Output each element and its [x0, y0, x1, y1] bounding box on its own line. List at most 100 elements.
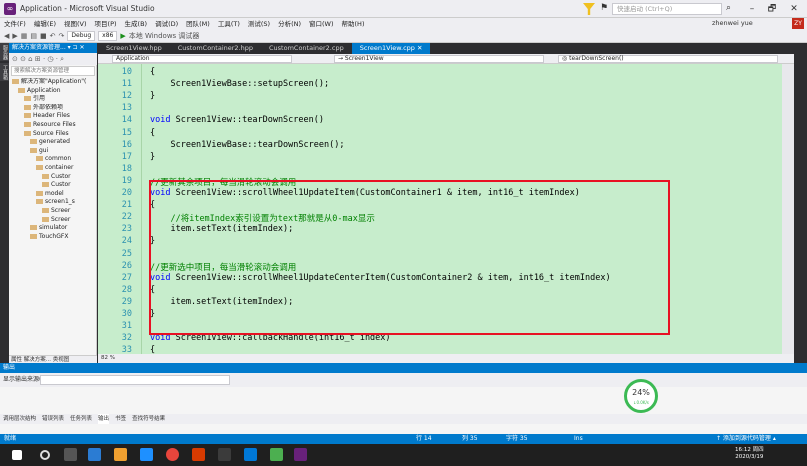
app-icon[interactable]	[192, 448, 205, 461]
tree-item[interactable]: screen1_s	[9, 198, 97, 207]
quick-launch-input[interactable]: 快速启动 (Ctrl+Q)	[612, 3, 722, 15]
status-ready: 就绪	[4, 435, 17, 442]
maximize-button[interactable]: 🗗	[764, 2, 780, 16]
tree-item[interactable]: common	[9, 155, 97, 164]
menu-view[interactable]: 视图(V)	[60, 18, 91, 30]
configuration-select[interactable]: Debug	[67, 31, 96, 41]
clock[interactable]: 16:12 周四 2020/3/19	[735, 447, 764, 461]
tab-output[interactable]: 输出	[98, 414, 110, 424]
folder-icon[interactable]	[114, 448, 127, 461]
menu-analyze[interactable]: 分析(N)	[274, 18, 305, 30]
tab-customcontainer2-cpp[interactable]: CustomContainer2.cpp	[261, 43, 352, 54]
tree-item[interactable]: model	[9, 190, 97, 199]
tree-item[interactable]: 外部依赖项	[9, 104, 97, 113]
tab-screen1view-cpp[interactable]: Screen1View.cpp ✕	[351, 43, 431, 54]
menu-debug[interactable]: 调试(D)	[151, 18, 182, 30]
solution-search-input[interactable]: 搜索解决方案资源管理	[11, 66, 95, 76]
add-to-source-control-button[interactable]: ↑ 添加到源代码管理 ▴	[716, 434, 776, 444]
menu-build[interactable]: 生成(B)	[121, 18, 152, 30]
tab-error-list[interactable]: 错误列表	[42, 414, 64, 424]
user-name[interactable]: zhenwei yue	[712, 19, 753, 27]
new-project-icon[interactable]: ▦	[21, 30, 28, 42]
tree-item[interactable]: simulator	[9, 224, 97, 233]
line-number: 14	[121, 115, 132, 126]
menu-window[interactable]: 窗口(W)	[305, 18, 338, 30]
save-icon[interactable]: ■	[40, 30, 47, 42]
redo-icon[interactable]: ↷	[59, 30, 65, 42]
notification-icon[interactable]: ⚑	[600, 3, 608, 13]
class-dropdown[interactable]: → Screen1View	[334, 55, 544, 63]
tree-item[interactable]: container	[9, 164, 97, 173]
forward-icon[interactable]: ▶	[12, 30, 17, 42]
tree-item[interactable]: TouchGFX	[9, 233, 97, 242]
solution-explorer-title[interactable]: 解决方案资源管理... ▾ ⊐ ✕	[9, 43, 97, 53]
tree-item[interactable]: gui	[9, 147, 97, 156]
tree-item[interactable]: Custor	[9, 181, 97, 190]
tab-task-list[interactable]: 任务列表	[70, 414, 92, 424]
windows-start-icon[interactable]	[12, 450, 22, 460]
code-line[interactable]: void Screen1View::tearDownScreen()	[150, 115, 324, 125]
menu-team[interactable]: 团队(M)	[182, 18, 214, 30]
app-icon[interactable]	[88, 448, 101, 461]
search-icon[interactable]	[40, 450, 50, 460]
close-button[interactable]: ✕	[786, 2, 802, 16]
tree-item[interactable]: Resource Files	[9, 121, 97, 130]
start-debug-button[interactable]: 本地 Windows 调试器	[129, 30, 200, 42]
server-explorer-tab[interactable]: 服务器	[0, 43, 9, 61]
code-line[interactable]: {	[150, 128, 155, 138]
platform-select[interactable]: x86	[98, 31, 118, 41]
menu-edit[interactable]: 编辑(E)	[30, 18, 60, 30]
app-icon[interactable]	[218, 448, 231, 461]
tree-item[interactable]: Screer	[9, 216, 97, 225]
code-line[interactable]: Screen1ViewBase::setupScreen();	[150, 79, 329, 89]
visual-studio-icon[interactable]	[294, 448, 307, 461]
output-source-select[interactable]	[40, 375, 230, 385]
tree-item[interactable]: Source Files	[9, 130, 97, 139]
tree-item[interactable]: Custor	[9, 173, 97, 182]
minimize-button[interactable]: –	[744, 2, 760, 16]
undo-icon[interactable]: ↶	[50, 30, 56, 42]
code-line[interactable]: Screen1ViewBase::tearDownScreen();	[150, 140, 344, 150]
code-line[interactable]: }	[150, 91, 155, 101]
task-view-icon[interactable]	[64, 448, 77, 461]
tree-item[interactable]: 引用	[9, 95, 97, 104]
menu-tools[interactable]: 工具(T)	[214, 18, 244, 30]
avatar[interactable]: ZY	[792, 18, 804, 29]
tab-call-hierarchy[interactable]: 调用层次结构	[3, 414, 36, 424]
tree-item[interactable]: 解决方案"Application"(	[9, 78, 97, 87]
toolbox-tab[interactable]: 工具箱	[0, 63, 9, 81]
open-icon[interactable]: ▤	[30, 30, 37, 42]
filter-icon[interactable]	[583, 3, 595, 15]
project-dropdown[interactable]: Application	[112, 55, 292, 63]
visual-studio-logo-icon: ∞	[4, 3, 16, 15]
tree-item-label: container	[45, 163, 74, 171]
tab-screen1view-hpp[interactable]: Screen1View.hpp	[98, 43, 170, 54]
app-icon[interactable]	[244, 448, 257, 461]
tree-item[interactable]: generated	[9, 138, 97, 147]
search-icon[interactable]: ⌕	[726, 3, 731, 13]
tree-item[interactable]: Screer	[9, 207, 97, 216]
chrome-icon[interactable]	[166, 448, 179, 461]
vertical-scrollbar[interactable]	[782, 64, 794, 354]
back-icon[interactable]: ◀	[4, 30, 9, 42]
tree-item[interactable]: Header Files	[9, 112, 97, 121]
tab-find-symbol[interactable]: 查找符号结果	[132, 414, 165, 424]
menu-project[interactable]: 项目(P)	[91, 18, 121, 30]
code-line[interactable]: }	[150, 152, 155, 162]
code-line[interactable]: {	[150, 345, 155, 354]
start-debug-icon[interactable]: ▶	[120, 32, 125, 40]
tab-bookmarks[interactable]: 书签	[115, 414, 126, 424]
output-title[interactable]: 输出	[0, 363, 807, 373]
member-dropdown[interactable]: ◎ tearDownScreen()	[558, 55, 778, 63]
line-number: 19	[121, 175, 132, 186]
tree-item[interactable]: Application	[9, 87, 97, 96]
app-icon[interactable]	[270, 448, 283, 461]
store-icon[interactable]	[140, 448, 153, 461]
tab-customcontainer2-hpp[interactable]: CustomContainer2.hpp	[170, 43, 261, 54]
menu-test[interactable]: 测试(S)	[244, 18, 274, 30]
network-gauge[interactable]: 24% ↓0.0K/s	[624, 379, 658, 413]
code-line[interactable]: {	[150, 67, 155, 77]
zoom-level[interactable]: 82 %	[98, 354, 794, 363]
menu-file[interactable]: 文件(F)	[0, 18, 30, 30]
menu-help[interactable]: 帮助(H)	[338, 18, 369, 30]
